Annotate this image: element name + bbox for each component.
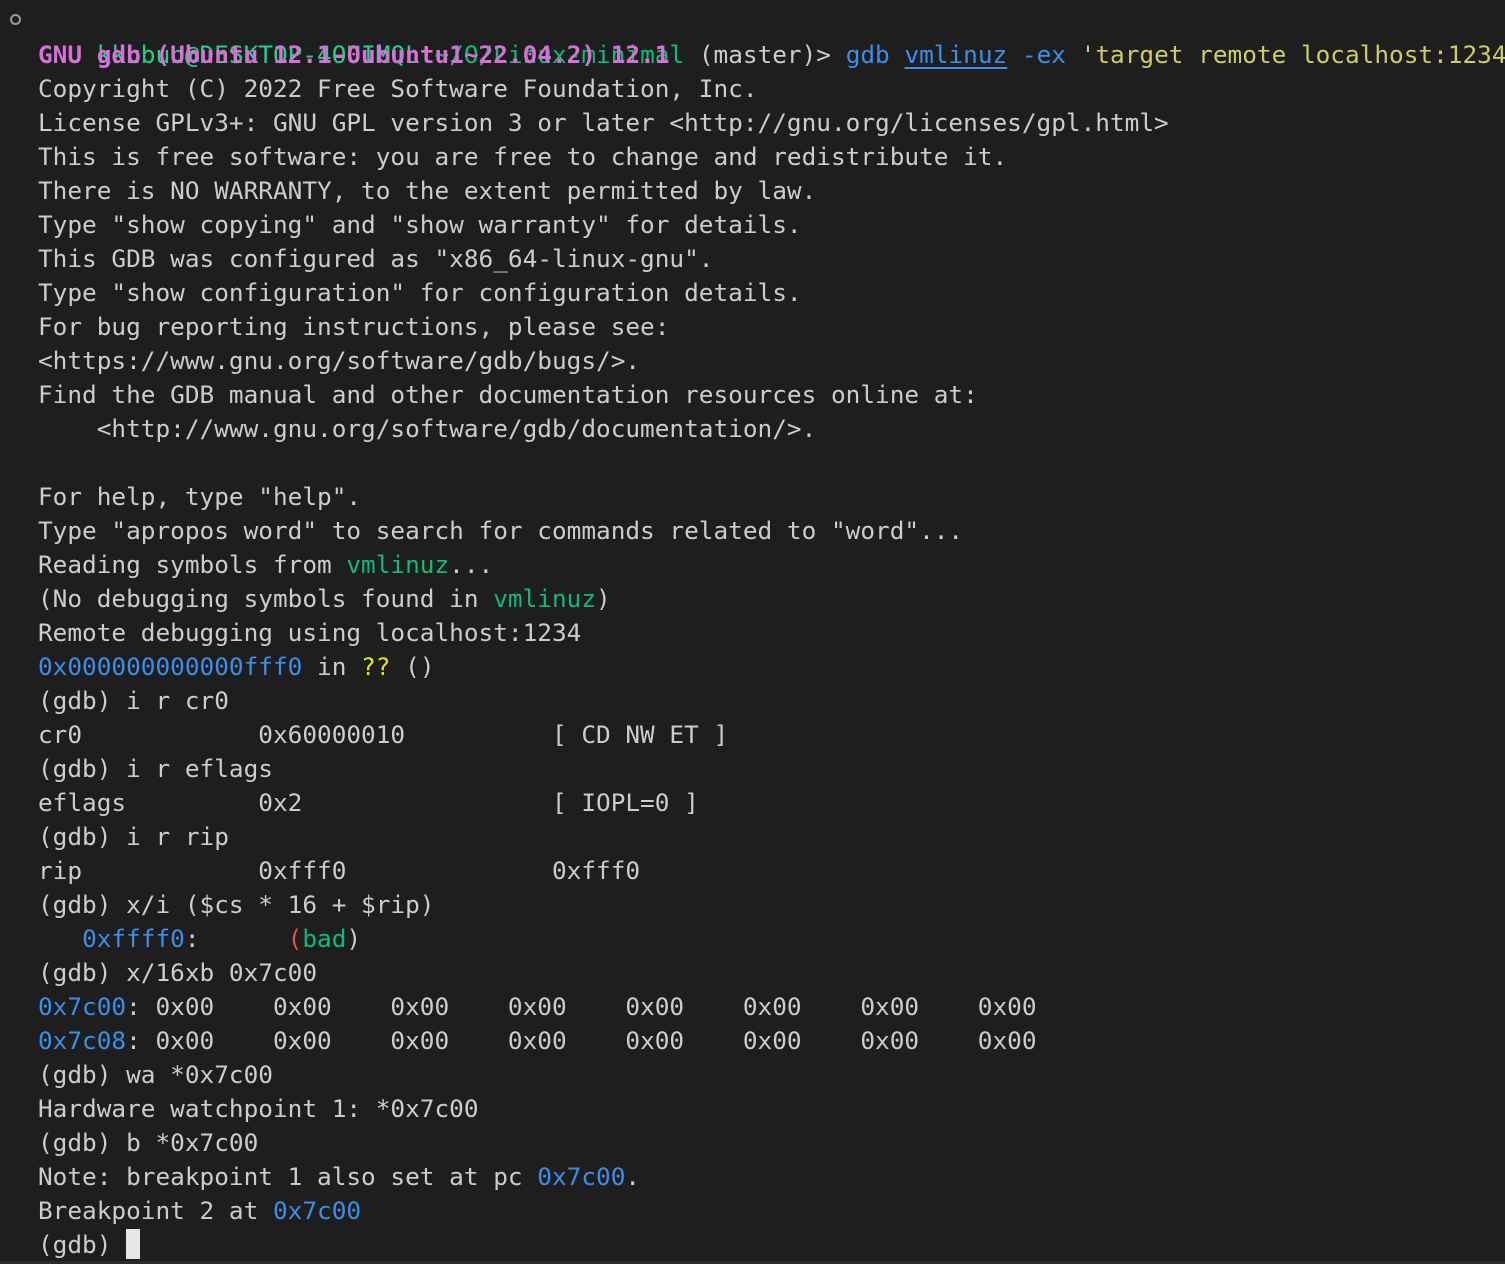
note-text: Note: breakpoint 1 also set at pc xyxy=(38,1162,538,1191)
frame-in: in xyxy=(302,652,362,681)
memory-row-bytes: : 0x00 0x00 0x00 0x00 0x00 0x00 0x00 0x0… xyxy=(126,992,1037,1021)
frame-function: ?? xyxy=(361,652,391,681)
memory-row: 0x7c00: 0x00 0x00 0x00 0x00 0x00 0x00 0x… xyxy=(0,990,1505,1024)
gdb-command-line: (gdb) x/16xb 0x7c00 xyxy=(38,958,318,987)
banner-line: License GPLv3+: GNU GPL version 3 or lat… xyxy=(38,108,1169,137)
register-eflags-line: eflags 0x2 [ IOPL=0 ] xyxy=(38,788,699,817)
banner-line: For help, type "help". xyxy=(38,482,362,511)
frame-line: 0x000000000000fff0 in ?? () xyxy=(0,650,1505,684)
banner-line: <http://www.gnu.org/software/gdb/documen… xyxy=(38,414,817,443)
reading-symbols-text: Reading symbols from xyxy=(38,550,347,579)
no-symbols-text: (No debugging symbols found in xyxy=(38,584,494,613)
gdb-prompt: (gdb) xyxy=(38,1230,127,1259)
breakpoint-set-line: Breakpoint 2 at 0x7c00 xyxy=(0,1194,1505,1228)
watchpoint-line: Hardware watchpoint 1: *0x7c00 xyxy=(38,1094,479,1123)
disasm-address: 0xffff0 xyxy=(82,924,185,953)
memory-row-address: 0x7c00 xyxy=(38,992,127,1021)
memory-row: 0x7c08: 0x00 0x00 0x00 0x00 0x00 0x00 0x… xyxy=(0,1024,1505,1058)
disasm-paren-open: ( xyxy=(287,924,303,953)
gdb-command-line: (gdb) wa *0x7c00 xyxy=(38,1060,273,1089)
banner-line: <https://www.gnu.org/software/gdb/bugs/>… xyxy=(38,346,641,375)
banner-line: This is free software: you are free to c… xyxy=(38,142,1008,171)
frame-address: 0x000000000000fff0 xyxy=(38,652,303,681)
disasm-colon: : xyxy=(184,924,288,953)
gdb-command-line: (gdb) i r rip xyxy=(38,822,229,851)
banner-line: For bug reporting instructions, please s… xyxy=(38,312,670,341)
no-symbols-close: ) xyxy=(596,584,611,613)
banner-line: Find the GDB manual and other documentat… xyxy=(38,380,978,409)
text-cursor xyxy=(126,1229,141,1259)
note-period: . xyxy=(625,1162,641,1191)
note-address: 0x7c00 xyxy=(537,1162,626,1191)
reading-symbols-line: Reading symbols from vmlinuz... xyxy=(0,548,1505,582)
breakpoint-address: 0x7c00 xyxy=(272,1196,362,1225)
disassembly-line: 0xffff0: (bad) xyxy=(0,922,1505,956)
memory-row-address: 0x7c08 xyxy=(38,1026,127,1055)
gdb-command-line: (gdb) b *0x7c00 xyxy=(38,1128,259,1157)
reading-symbols-file: vmlinuz xyxy=(346,550,450,579)
register-rip-line: rip 0xfff0 0xfff0 xyxy=(38,856,641,885)
banner-line: Type "apropos word" to search for comman… xyxy=(38,516,964,545)
disasm-indent xyxy=(38,924,82,953)
terminal-output[interactable]: kkubun@DESKTOP-4OUIMQL ~/O/Linux-minimal… xyxy=(0,4,1505,1264)
banner-line: Copyright (C) 2022 Free Software Foundat… xyxy=(38,74,758,103)
no-symbols-line: (No debugging symbols found in vmlinuz) xyxy=(0,582,1505,616)
gdb-command-line: (gdb) i r cr0 xyxy=(38,686,229,715)
breakpoint-note-line: Note: breakpoint 1 also set at pc 0x7c00… xyxy=(0,1160,1505,1194)
register-cr0-line: cr0 0x60000010 [ CD NW ET ] xyxy=(38,720,729,749)
gdb-input-line[interactable]: (gdb) xyxy=(0,1228,1505,1262)
gdb-command-line: (gdb) x/i ($cs * 16 + $rip) xyxy=(38,890,435,919)
banner-line: Type "show configuration" for configurat… xyxy=(38,278,802,307)
gdb-version: GNU gdb (Ubuntu 12.1-0ubuntu1~22.04.2) 1… xyxy=(38,40,670,69)
gdb-version-line: GNU gdb (Ubuntu 12.1-0ubuntu1~22.04.2) 1… xyxy=(0,38,1505,72)
no-symbols-file: vmlinuz xyxy=(493,584,597,613)
remote-debugging-line: Remote debugging using localhost:1234 xyxy=(38,618,582,647)
disasm-bad: bad xyxy=(302,924,347,953)
breakpoint-text: Breakpoint 2 at xyxy=(38,1196,273,1225)
disasm-paren-close: ) xyxy=(346,924,362,953)
command-status-circle-icon[interactable] xyxy=(10,14,21,25)
reading-symbols-ellipsis: ... xyxy=(449,550,494,579)
gdb-command-line: (gdb) i r eflags xyxy=(38,754,273,783)
frame-args: () xyxy=(390,652,435,681)
memory-row-bytes: : 0x00 0x00 0x00 0x00 0x00 0x00 0x00 0x0… xyxy=(126,1026,1037,1055)
banner-line: There is NO WARRANTY, to the extent perm… xyxy=(38,176,817,205)
shell-prompt-line: kkubun@DESKTOP-4OUIMQL ~/O/Linux-minimal… xyxy=(0,4,1505,69)
banner-line: Type "show copying" and "show warranty" … xyxy=(38,210,802,239)
banner-line: This GDB was configured as "x86_64-linux… xyxy=(38,244,714,273)
